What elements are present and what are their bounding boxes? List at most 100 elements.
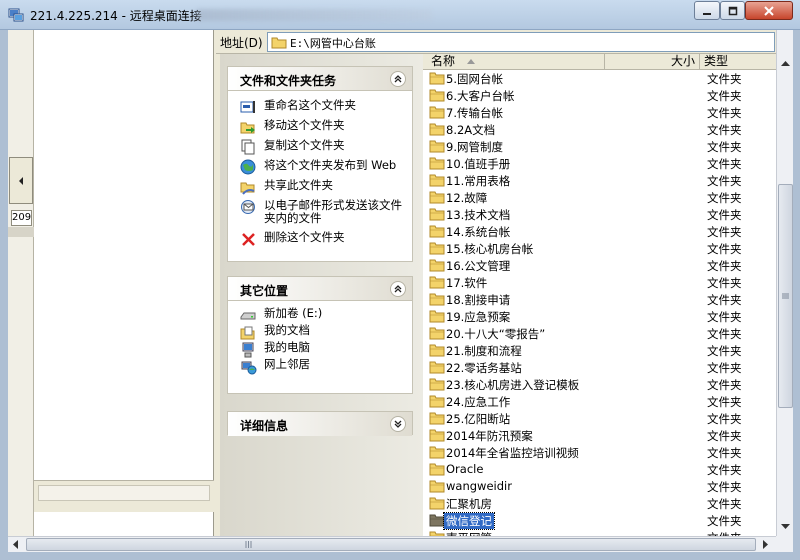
folder-tasks-header[interactable]: 文件和文件夹任务 <box>228 67 412 91</box>
file-type: 文件夹 <box>707 123 742 137</box>
column-name[interactable]: 名称 <box>423 54 605 70</box>
grip-icon <box>245 541 252 548</box>
other-places-header[interactable]: 其它位置 <box>228 277 412 301</box>
folder-icon <box>429 208 445 221</box>
expand-icon[interactable] <box>390 416 406 432</box>
file-type: 文件夹 <box>707 89 742 103</box>
folder-icon <box>429 446 445 459</box>
arrow-right-icon[interactable] <box>762 540 770 549</box>
minimize-button[interactable] <box>694 1 720 20</box>
file-row[interactable]: 25.亿阳断站 文件夹 <box>423 410 776 427</box>
folder-icon <box>429 72 445 85</box>
file-row[interactable]: 12.故障 文件夹 <box>423 189 776 206</box>
address-input[interactable]: E:\网管中心台账 <box>267 32 775 52</box>
place-my-computer[interactable]: 我的电脑 <box>228 339 412 358</box>
column-type[interactable]: 类型 <box>700 54 776 70</box>
place-drive-e[interactable]: 新加卷 (E:) <box>228 305 412 322</box>
file-row[interactable]: 南平网管文件夹 <box>423 529 776 536</box>
close-button[interactable] <box>745 1 793 20</box>
arrow-down-icon <box>781 523 790 529</box>
folder-icon <box>429 293 445 306</box>
file-type: 文件夹 <box>707 106 742 120</box>
title-bar[interactable]: 221.4.225.214 - 远程桌面连接 <box>0 0 800 30</box>
file-row[interactable]: 汇聚机房 文件夹 <box>423 495 776 512</box>
task-share[interactable]: 共享此文件夹 <box>228 176 412 196</box>
folder-icon <box>429 497 445 510</box>
file-name: 微信登记 <box>443 512 495 530</box>
window-frame-right <box>793 30 800 560</box>
column-header-bar: 名称 大小 类型 <box>423 54 776 70</box>
file-name: 17.软件 <box>446 276 488 290</box>
file-row[interactable]: 24.应急工作 文件夹 <box>423 393 776 410</box>
file-row[interactable]: 微信登记 文件夹 <box>423 512 776 530</box>
file-row[interactable]: Oracle 文件夹 <box>423 461 776 478</box>
horizontal-scroll-thumb[interactable] <box>26 538 756 551</box>
left-number-field: 209 <box>11 210 32 226</box>
folder-icon <box>429 514 445 527</box>
file-row[interactable]: 21.制度和流程 文件夹 <box>423 342 776 359</box>
details-header[interactable]: 详细信息 <box>228 412 412 436</box>
file-row[interactable]: 18.割接申请 文件夹 <box>423 291 776 308</box>
collapse-icon[interactable] <box>390 281 406 297</box>
file-name: 19.应急预案 <box>446 310 511 324</box>
task-rename[interactable]: 重命名这个文件夹 <box>228 96 412 116</box>
place-my-documents[interactable]: 我的文档 <box>228 322 412 340</box>
file-type: 文件夹 <box>707 157 742 171</box>
task-publish-web[interactable]: 将这个文件夹发布到 Web <box>228 156 412 176</box>
file-row[interactable]: 15.核心机房台帐 文件夹 <box>423 240 776 257</box>
file-row[interactable]: 20.十八大“零报告” 文件夹 <box>423 325 776 342</box>
delete-icon <box>242 233 255 246</box>
publish-web-icon <box>240 159 256 175</box>
tree-horizontal-scrollbar[interactable] <box>34 480 214 512</box>
arrow-left-icon[interactable] <box>12 540 20 549</box>
file-row[interactable]: 8.2A文档 文件夹 <box>423 121 776 138</box>
file-row[interactable]: 23.核心机房进入登记模板 文件夹 <box>423 376 776 393</box>
task-copy[interactable]: 复制这个文件夹 <box>228 136 412 156</box>
file-type: 文件夹 <box>707 514 742 528</box>
file-row[interactable]: 10.值班手册 文件夹 <box>423 155 776 172</box>
folder-tasks-title: 文件和文件夹任务 <box>240 74 337 88</box>
file-type: 文件夹 <box>707 276 742 290</box>
horizontal-scrollbar[interactable] <box>8 536 776 552</box>
file-row[interactable]: wangweidir 文件夹 <box>423 478 776 495</box>
file-row[interactable]: 14.系统台帐 文件夹 <box>423 223 776 240</box>
file-name: 9.网管制度 <box>446 140 503 154</box>
file-row[interactable]: 9.网管制度 文件夹 <box>423 138 776 155</box>
file-type: 文件夹 <box>707 361 742 375</box>
remote-left-strip: 209 <box>8 30 34 536</box>
folder-icon <box>429 174 445 187</box>
file-row[interactable]: 5.固网台帐 文件夹 <box>423 70 776 87</box>
file-row[interactable]: 17.软件 文件夹 <box>423 274 776 291</box>
file-list[interactable]: 名称 大小 类型 5.固网台帐 文件夹 6.大客户台帐 文件夹 7.传输台帐 文件夹 8.2… <box>423 54 776 536</box>
file-row[interactable]: 2014年防汛预案 文件夹 <box>423 427 776 444</box>
file-name: 18.割接申请 <box>446 293 511 307</box>
task-move[interactable]: 移动这个文件夹 <box>228 116 412 136</box>
file-name: 11.常用表格 <box>446 174 511 188</box>
folder-icon <box>429 157 445 170</box>
task-email[interactable]: 以电子邮件形式发送该文件夹内的文件 <box>228 196 412 228</box>
restore-button[interactable] <box>720 1 745 20</box>
file-row[interactable]: 19.应急预案 文件夹 <box>423 308 776 325</box>
file-name: 5.固网台帐 <box>446 72 503 86</box>
file-row[interactable]: 11.常用表格 文件夹 <box>423 172 776 189</box>
tree-pane[interactable] <box>34 30 214 536</box>
folder-icon <box>429 225 445 238</box>
file-row[interactable]: 22.零话务基站 文件夹 <box>423 359 776 376</box>
vertical-scrollbar[interactable] <box>776 30 793 536</box>
column-size[interactable]: 大小 <box>605 54 700 70</box>
file-row[interactable]: 16.公文管理 文件夹 <box>423 257 776 274</box>
file-type: 文件夹 <box>707 412 742 426</box>
file-type: 文件夹 <box>707 327 742 341</box>
file-row[interactable]: 13.技术文档 文件夹 <box>423 206 776 223</box>
scroll-down-button[interactable] <box>778 519 793 534</box>
collapse-icon[interactable] <box>390 71 406 87</box>
scroll-up-button[interactable] <box>778 56 793 71</box>
task-delete[interactable]: 删除这个文件夹 <box>228 228 412 248</box>
file-row[interactable]: 2014年全省监控培训视频 文件夹 <box>423 444 776 461</box>
address-bar: 地址(D) E:\网管中心台账 <box>216 30 776 54</box>
place-network[interactable]: 网上邻居 <box>228 356 412 375</box>
file-row[interactable]: 6.大客户台帐 文件夹 <box>423 87 776 104</box>
scroll-left-button[interactable] <box>9 157 33 204</box>
vertical-scroll-thumb[interactable] <box>778 184 793 408</box>
file-row[interactable]: 7.传输台帐 文件夹 <box>423 104 776 121</box>
